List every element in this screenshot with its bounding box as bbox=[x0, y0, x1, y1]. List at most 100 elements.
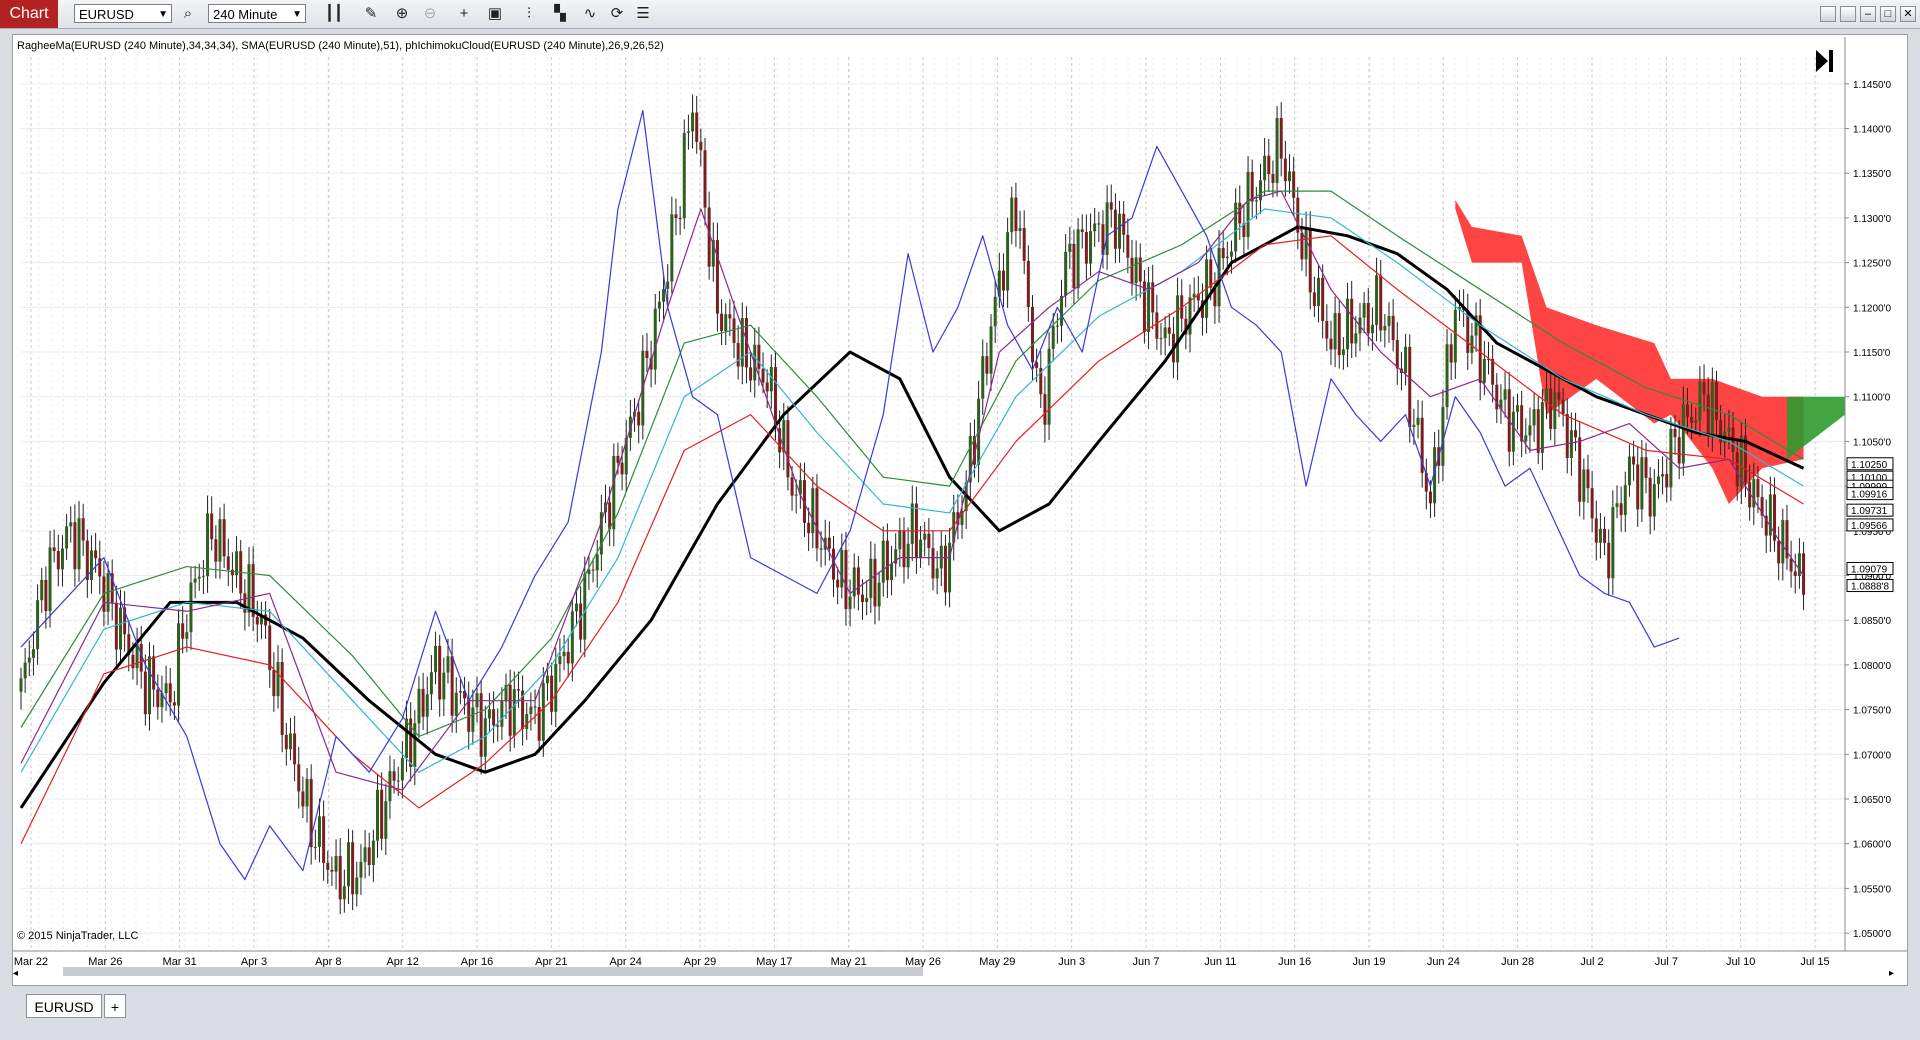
zoom-out-icon[interactable]: ⊖ bbox=[420, 4, 440, 24]
series-line bbox=[20, 190, 1804, 738]
candle-body bbox=[1362, 303, 1366, 318]
candle-body bbox=[500, 701, 504, 727]
candle-body bbox=[645, 350, 649, 359]
candle-body bbox=[1416, 417, 1420, 425]
candle-body bbox=[1636, 464, 1640, 510]
candle-body bbox=[284, 734, 288, 750]
candle-body bbox=[620, 462, 624, 475]
strategies-icon[interactable]: ▚ bbox=[550, 4, 570, 24]
candle-body bbox=[579, 603, 583, 640]
candle-body bbox=[421, 688, 425, 717]
candle-body bbox=[1387, 315, 1391, 326]
candle-body bbox=[143, 671, 147, 715]
close-icon[interactable]: ✕ bbox=[1900, 6, 1916, 22]
candle-body bbox=[1155, 312, 1159, 339]
candle-body bbox=[380, 789, 384, 839]
candle-body bbox=[1536, 409, 1540, 453]
candle-body bbox=[827, 537, 831, 549]
candle-body bbox=[1619, 503, 1623, 515]
candle-body bbox=[1163, 327, 1167, 339]
indicator-label: RagheeMa(EURUSD (240 Minute),34,34,34), … bbox=[17, 40, 664, 52]
candle-body bbox=[338, 855, 342, 900]
chart-title-tab[interactable]: Chart bbox=[0, 0, 58, 28]
x-tick-label: Mar 31 bbox=[163, 956, 197, 968]
candle-body bbox=[1793, 571, 1797, 576]
candle-body bbox=[1055, 325, 1059, 327]
candle-body bbox=[40, 579, 44, 601]
candle-body bbox=[1370, 324, 1374, 334]
y-tick-label: 1.0850'0 bbox=[1853, 616, 1891, 627]
chart-style-icon[interactable]: ∿ bbox=[580, 4, 600, 24]
candle-body bbox=[1557, 392, 1561, 400]
candle-body bbox=[1412, 424, 1416, 428]
candle-body bbox=[487, 709, 491, 719]
candle-body bbox=[396, 780, 400, 782]
candle-body bbox=[1528, 425, 1532, 436]
candle-body bbox=[1130, 257, 1134, 283]
candle-body bbox=[1623, 485, 1627, 515]
candle-body bbox=[429, 672, 433, 695]
data-box-icon[interactable]: ▣ bbox=[485, 4, 505, 24]
minimize-icon[interactable]: – bbox=[1860, 6, 1876, 22]
candle-body bbox=[545, 675, 549, 684]
scroll-left-icon[interactable]: ◂ bbox=[13, 968, 18, 979]
draw-pencil-icon[interactable]: ✎ bbox=[361, 4, 381, 24]
candle-body bbox=[458, 690, 462, 693]
horizontal-scrollbar[interactable] bbox=[63, 967, 923, 976]
candle-body bbox=[512, 689, 516, 736]
x-tick-label: Apr 24 bbox=[609, 956, 641, 968]
candle-body bbox=[1727, 427, 1731, 432]
candle-body bbox=[1511, 411, 1515, 452]
bar-type-icon[interactable]: ┃┃ bbox=[324, 4, 344, 24]
candle-body bbox=[1598, 528, 1602, 543]
candle-body bbox=[1064, 251, 1068, 296]
candle-body bbox=[322, 816, 326, 863]
maximize-icon[interactable]: □ bbox=[1880, 6, 1896, 22]
price-chart[interactable]: Mar 22 Mar 26 Mar 31 Apr 3 Apr 8 Apr 12 Apr 16… bbox=[13, 35, 1907, 985]
candle-body bbox=[1549, 388, 1553, 429]
candle-body bbox=[1176, 295, 1180, 363]
crosshair-icon[interactable]: + bbox=[454, 4, 474, 24]
candle-body bbox=[1159, 338, 1163, 340]
add-tab-button[interactable]: + bbox=[104, 994, 126, 1018]
candle-body bbox=[890, 563, 894, 581]
candle-body bbox=[533, 706, 537, 708]
tile-icon[interactable] bbox=[1840, 6, 1856, 22]
restore-icon[interactable] bbox=[1820, 6, 1836, 22]
candle-body bbox=[1590, 488, 1594, 519]
candle-body bbox=[885, 540, 889, 581]
candle-body bbox=[1275, 117, 1279, 183]
candle-body bbox=[906, 543, 910, 568]
tab-eurusd[interactable]: EURUSD bbox=[26, 994, 102, 1018]
candle-body bbox=[131, 654, 135, 669]
y-tick-label: 1.0600'0 bbox=[1853, 840, 1891, 851]
candle-body bbox=[1089, 231, 1093, 264]
candle-body bbox=[1084, 231, 1088, 264]
properties-icon[interactable]: ☰ bbox=[633, 4, 653, 24]
candle-body bbox=[1043, 394, 1047, 425]
search-icon[interactable]: ⌕ bbox=[178, 4, 198, 24]
candle-body bbox=[400, 758, 404, 781]
interval-select[interactable]: 240 Minute ▼ bbox=[208, 4, 306, 23]
candle-body bbox=[1279, 117, 1283, 159]
candle-body bbox=[1532, 409, 1536, 426]
play-icon[interactable] bbox=[1816, 50, 1833, 72]
instrument-value: EURUSD bbox=[79, 7, 134, 22]
y-tick-label: 1.0650'0 bbox=[1853, 795, 1891, 806]
candle-body bbox=[376, 789, 380, 841]
zoom-in-icon[interactable]: ⊕ bbox=[392, 4, 412, 24]
candle-body bbox=[993, 296, 997, 327]
scroll-right-icon[interactable]: ▸ bbox=[1889, 968, 1894, 979]
indicators-icon[interactable]: ⫶ bbox=[519, 4, 539, 24]
candle-body bbox=[156, 689, 160, 708]
x-tick-label: Jul 15 bbox=[1800, 956, 1829, 968]
candle-body bbox=[1408, 346, 1412, 428]
instrument-select[interactable]: EURUSD ▼ bbox=[74, 4, 172, 23]
candle-body bbox=[541, 683, 545, 741]
y-tick-label: 1.0700'0 bbox=[1853, 750, 1891, 761]
candle-body bbox=[272, 670, 276, 697]
candle-body bbox=[637, 411, 641, 426]
chart-panel[interactable]: Mar 22 Mar 26 Mar 31 Apr 3 Apr 8 Apr 12 Apr 16… bbox=[12, 34, 1908, 986]
refresh-icon[interactable]: ⟳ bbox=[607, 4, 627, 24]
candle-body bbox=[935, 568, 939, 579]
